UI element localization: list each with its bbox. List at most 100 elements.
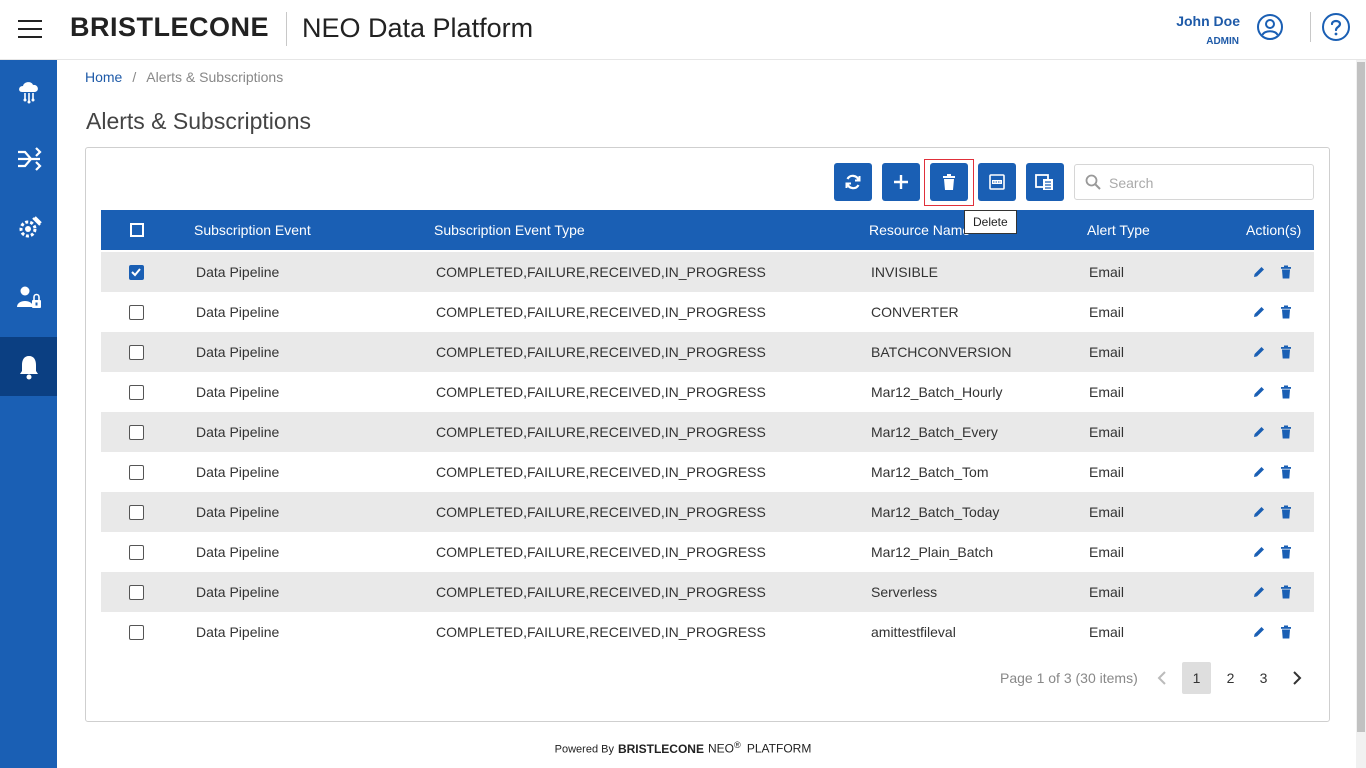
cell-alert-type: Email — [1089, 264, 1125, 280]
row-checkbox[interactable] — [129, 545, 144, 560]
footer-brand: BRISTLECONE — [617, 741, 704, 756]
delete-row-button[interactable] — [1278, 624, 1294, 640]
pencil-icon — [1254, 307, 1264, 317]
cell-alert-type: Email — [1089, 424, 1125, 440]
row-checkbox[interactable] — [129, 505, 144, 520]
table-row[interactable]: Data Pipeline COMPLETED,FAILURE,RECEIVED,… — [101, 332, 1314, 372]
delete-row-button[interactable] — [1278, 464, 1294, 480]
breadcrumb-home-link[interactable]: Home — [85, 69, 122, 85]
delete-row-button[interactable] — [1278, 384, 1294, 400]
trash-icon — [1281, 585, 1291, 599]
chevron-left-icon — [1157, 671, 1166, 685]
edit-button[interactable] — [1251, 344, 1267, 360]
cell-subscription-event: Data Pipeline — [196, 624, 280, 640]
pencil-icon — [1254, 347, 1264, 357]
table-row[interactable]: Data Pipeline COMPLETED,FAILURE,RECEIVED,… — [101, 372, 1314, 412]
sidebar-item-cloud[interactable] — [0, 60, 57, 119]
trash-icon — [1281, 505, 1291, 519]
sidebar-item-users[interactable] — [0, 267, 57, 326]
cell-alert-type: Email — [1089, 464, 1125, 480]
trash-icon — [1281, 305, 1291, 319]
edit-button[interactable] — [1251, 304, 1267, 320]
header-divider — [286, 12, 287, 46]
cell-event-type: COMPLETED,FAILURE,RECEIVED,IN_PROGRESS — [436, 264, 766, 280]
pagination-prev-button[interactable] — [1147, 662, 1176, 694]
row-checkbox[interactable] — [129, 265, 144, 280]
cell-subscription-event: Data Pipeline — [196, 264, 280, 280]
trash-icon — [1281, 385, 1291, 399]
cell-subscription-event: Data Pipeline — [196, 384, 280, 400]
column-header-resource-name[interactable]: Resource Name — [869, 222, 970, 238]
pagination-page-1[interactable]: 1 — [1182, 662, 1211, 694]
delete-row-button[interactable] — [1278, 264, 1294, 280]
top-bar: BRISTLECONE NEO Data Platform John Doe A… — [0, 0, 1366, 60]
table-row[interactable]: Data Pipeline COMPLETED,FAILURE,RECEIVED,… — [101, 612, 1314, 652]
table-row[interactable]: Data Pipeline COMPLETED,FAILURE,RECEIVED,… — [101, 572, 1314, 612]
row-checkbox[interactable] — [129, 465, 144, 480]
export-csv-button[interactable] — [978, 163, 1016, 201]
sidebar-item-alerts[interactable] — [0, 337, 57, 396]
pagination-page-3[interactable]: 3 — [1249, 662, 1278, 694]
row-checkbox[interactable] — [129, 425, 144, 440]
user-profile-icon[interactable] — [1256, 13, 1284, 41]
row-checkbox[interactable] — [129, 385, 144, 400]
delete-row-button[interactable] — [1278, 544, 1294, 560]
edit-button[interactable] — [1251, 504, 1267, 520]
search-icon — [1085, 174, 1101, 190]
row-checkbox[interactable] — [129, 625, 144, 640]
trash-icon — [1281, 425, 1291, 439]
column-header-alert-type[interactable]: Alert Type — [1087, 222, 1150, 238]
table-row[interactable]: Data Pipeline COMPLETED,FAILURE,RECEIVED,… — [101, 492, 1314, 532]
column-header-event-type[interactable]: Subscription Event Type — [434, 222, 585, 238]
trash-icon — [1281, 545, 1291, 559]
delete-row-button[interactable] — [1278, 584, 1294, 600]
cell-resource-name: Mar12_Plain_Batch — [871, 544, 994, 560]
pagination-next-button[interactable] — [1282, 662, 1311, 694]
copy-button[interactable] — [1026, 163, 1064, 201]
refresh-button[interactable] — [834, 163, 872, 201]
app-title: NEO Data Platform — [302, 13, 534, 43]
delete-row-button[interactable] — [1278, 424, 1294, 440]
table-row[interactable]: Data Pipeline COMPLETED,FAILURE,RECEIVED,… — [101, 532, 1314, 572]
copy-icon — [1035, 174, 1053, 190]
cell-alert-type: Email — [1089, 304, 1125, 320]
table-row[interactable]: Data Pipeline COMPLETED,FAILURE,RECEIVED,… — [101, 412, 1314, 452]
table-row[interactable]: Data Pipeline COMPLETED,FAILURE,RECEIVED,… — [101, 452, 1314, 492]
cell-alert-type: Email — [1089, 384, 1125, 400]
cell-event-type: COMPLETED,FAILURE,RECEIVED,IN_PROGRESS — [436, 544, 766, 560]
delete-button[interactable] — [930, 163, 968, 201]
delete-row-button[interactable] — [1278, 304, 1294, 320]
edit-button[interactable] — [1251, 424, 1267, 440]
row-checkbox[interactable] — [129, 305, 144, 320]
search-box — [1074, 164, 1314, 200]
edit-button[interactable] — [1251, 464, 1267, 480]
edit-button[interactable] — [1251, 624, 1267, 640]
page-scrollbar-thumb[interactable] — [1357, 62, 1365, 732]
user-name[interactable]: John Doe — [1176, 13, 1240, 29]
edit-button[interactable] — [1251, 544, 1267, 560]
breadcrumb: Home / Alerts & Subscriptions — [85, 69, 283, 85]
cell-subscription-event: Data Pipeline — [196, 544, 280, 560]
row-checkbox[interactable] — [129, 345, 144, 360]
edit-button[interactable] — [1251, 584, 1267, 600]
search-input[interactable] — [1109, 173, 1305, 193]
row-checkbox[interactable] — [129, 585, 144, 600]
edit-button[interactable] — [1251, 384, 1267, 400]
trash-icon — [1281, 345, 1291, 359]
column-header-subscription-event[interactable]: Subscription Event — [194, 222, 311, 238]
bell-icon — [19, 355, 38, 379]
select-all-checkbox[interactable] — [130, 223, 144, 237]
sidebar-item-pipeline[interactable] — [0, 129, 57, 188]
delete-row-button[interactable] — [1278, 504, 1294, 520]
edit-button[interactable] — [1251, 264, 1267, 280]
add-button[interactable] — [882, 163, 920, 201]
delete-row-button[interactable] — [1278, 344, 1294, 360]
pagination-page-2[interactable]: 2 — [1216, 662, 1245, 694]
cell-event-type: COMPLETED,FAILURE,RECEIVED,IN_PROGRESS — [436, 384, 766, 400]
table-row[interactable]: Data Pipeline COMPLETED,FAILURE,RECEIVED,… — [101, 292, 1314, 332]
cell-resource-name: INVISIBLE — [871, 264, 938, 280]
help-icon[interactable] — [1321, 12, 1351, 42]
hamburger-menu-icon[interactable] — [18, 20, 42, 40]
table-row[interactable]: Data Pipeline COMPLETED,FAILURE,RECEIVED,… — [101, 252, 1314, 292]
sidebar-item-settings[interactable] — [0, 198, 57, 257]
